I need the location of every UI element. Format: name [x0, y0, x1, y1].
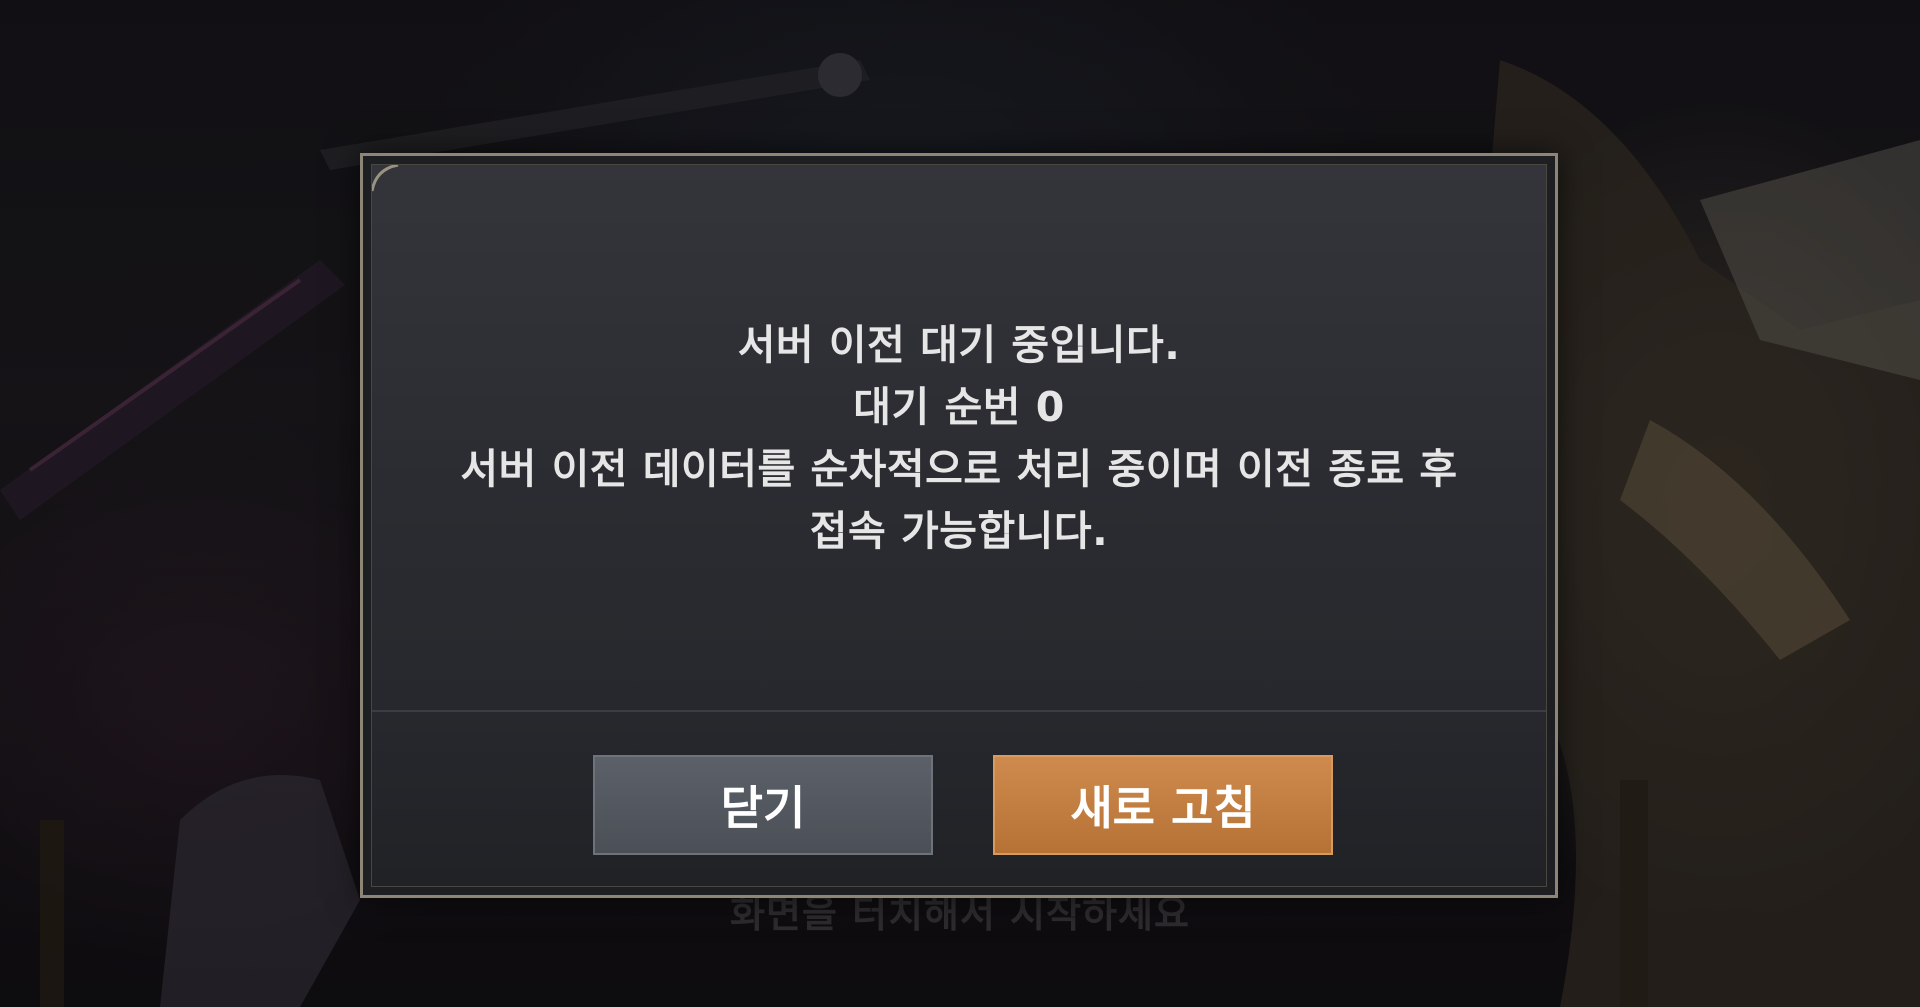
dialog-panel: 서버 이전 대기 중입니다. 대기 순번 0 서버 이전 데이터를 순차적으로 …: [371, 164, 1547, 887]
dialog-message: 서버 이전 대기 중입니다. 대기 순번 0 서버 이전 데이터를 순차적으로 …: [460, 314, 1457, 562]
close-button-label: 닫기: [720, 781, 806, 835]
message-line: 대기 순번 0: [853, 382, 1065, 431]
message-line: 서버 이전 대기 중입니다.: [737, 320, 1181, 369]
message-line: 서버 이전 데이터를 순차적으로 처리 중이며 이전 종료 후: [460, 444, 1458, 493]
server-transfer-dialog: 서버 이전 대기 중입니다. 대기 순번 0 서버 이전 데이터를 순차적으로 …: [360, 153, 1558, 898]
refresh-button[interactable]: 새로 고침: [993, 755, 1333, 855]
refresh-button-label: 새로 고침: [1070, 781, 1256, 835]
message-line: 접속 가능합니다.: [809, 506, 1109, 555]
dialog-footer: 닫기 새로 고침: [372, 710, 1546, 886]
close-button[interactable]: 닫기: [593, 755, 933, 855]
message-area: 서버 이전 대기 중입니다. 대기 순번 0 서버 이전 데이터를 순차적으로 …: [372, 165, 1546, 710]
